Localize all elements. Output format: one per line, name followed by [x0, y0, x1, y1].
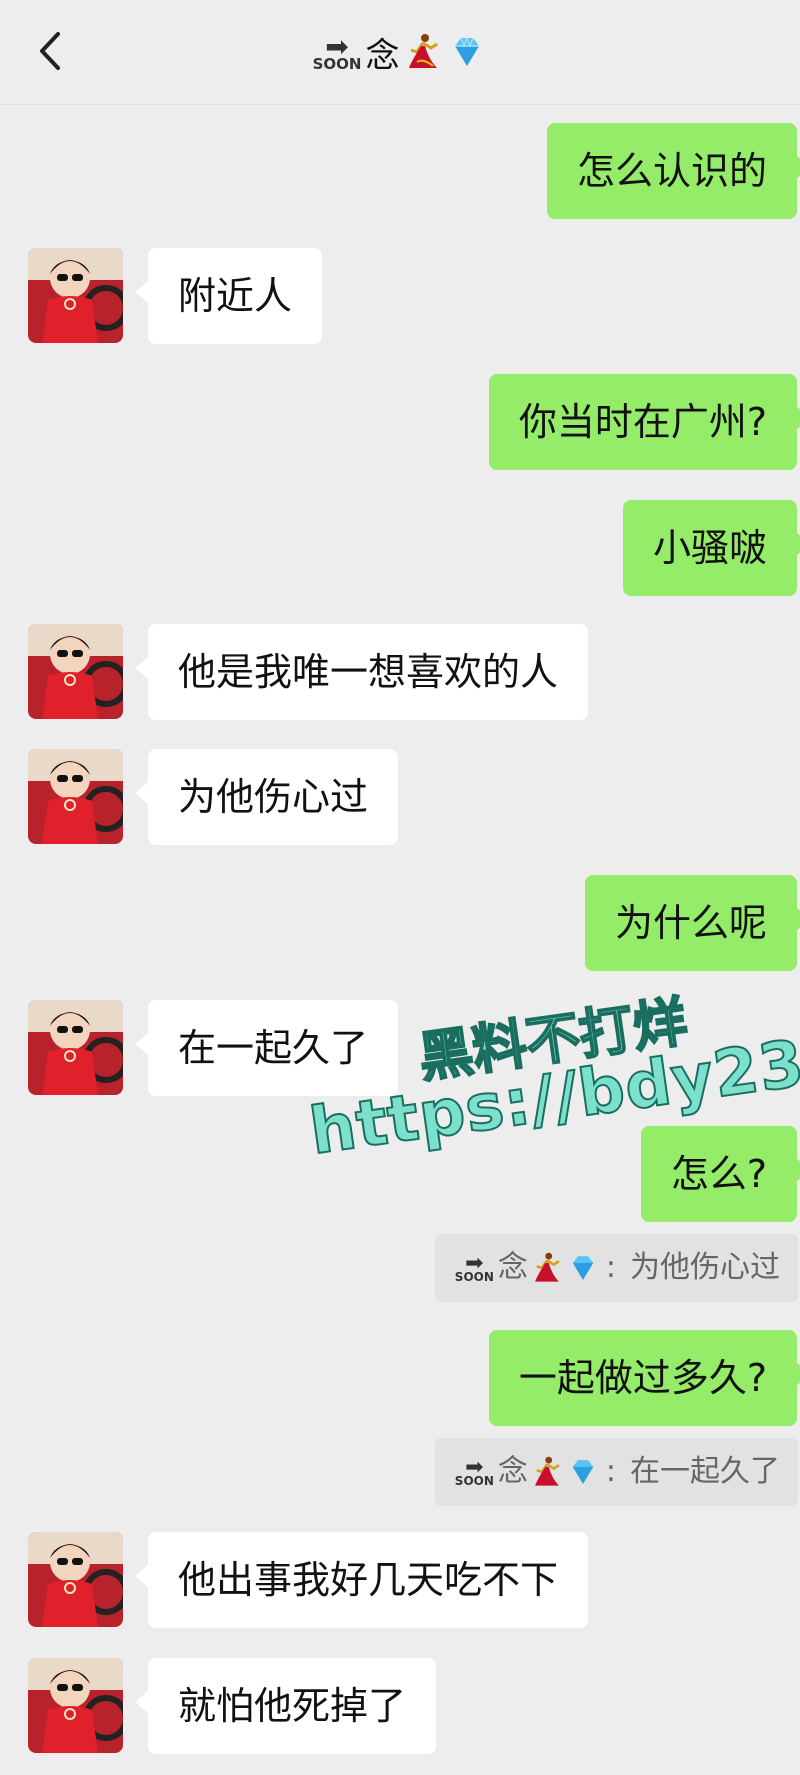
- watermark-line1: 黑料不打烊: [414, 989, 692, 1091]
- quoted-message[interactable]: ➡ SOON 念 : 在一起久了: [434, 1438, 798, 1506]
- their-message-bubble[interactable]: 附近人: [134, 248, 323, 344]
- avatar[interactable]: [28, 624, 123, 719]
- quote-separator: :: [605, 1250, 616, 1285]
- my-message-bubble[interactable]: 一起做过多久?: [488, 1330, 800, 1426]
- avatar[interactable]: [28, 248, 123, 343]
- dancer-icon: [534, 1456, 560, 1486]
- quote-sender-name: 念: [497, 1250, 528, 1285]
- quote-text: 为他伤心过: [630, 1250, 780, 1285]
- my-message-bubble[interactable]: 为什么呢: [584, 875, 800, 971]
- contact-name: 念: [365, 35, 400, 76]
- gem-icon: [572, 1256, 594, 1280]
- soon-arrow-icon: ➡ SOON: [454, 1251, 494, 1284]
- dancer-icon: [409, 34, 439, 68]
- dancer-icon: [534, 1252, 560, 1282]
- avatar[interactable]: [28, 1532, 123, 1627]
- their-message-bubble[interactable]: 为他伤心过: [134, 749, 399, 845]
- avatar[interactable]: [28, 749, 123, 844]
- their-message-bubble[interactable]: 在一起久了: [134, 1000, 399, 1096]
- my-message-bubble[interactable]: 怎么认识的: [546, 123, 800, 219]
- their-message-bubble[interactable]: 他是我唯一想喜欢的人: [134, 624, 589, 720]
- their-message-bubble[interactable]: 就怕他死掉了: [134, 1658, 437, 1754]
- soon-arrow-icon: ➡ SOON: [312, 29, 362, 73]
- quoted-message[interactable]: ➡ SOON 念 : 为他伤心过: [434, 1234, 798, 1302]
- quote-separator: :: [605, 1454, 616, 1489]
- my-message-bubble[interactable]: 小骚啵: [622, 500, 800, 596]
- gem-icon: [572, 1460, 594, 1484]
- chat-header: ➡ SOON 念: [0, 0, 800, 105]
- my-message-bubble[interactable]: 你当时在广州?: [488, 374, 800, 470]
- my-message-bubble[interactable]: 怎么?: [640, 1126, 800, 1222]
- soon-arrow-icon: ➡ SOON: [454, 1455, 494, 1488]
- quote-text: 在一起久了: [630, 1454, 780, 1489]
- their-message-bubble[interactable]: 他出事我好几天吃不下: [134, 1532, 589, 1628]
- avatar[interactable]: [28, 1658, 123, 1753]
- gem-icon: [455, 36, 480, 66]
- chat-title: ➡ SOON 念: [0, 24, 800, 80]
- quote-sender-name: 念: [497, 1454, 528, 1489]
- avatar[interactable]: [28, 1000, 123, 1095]
